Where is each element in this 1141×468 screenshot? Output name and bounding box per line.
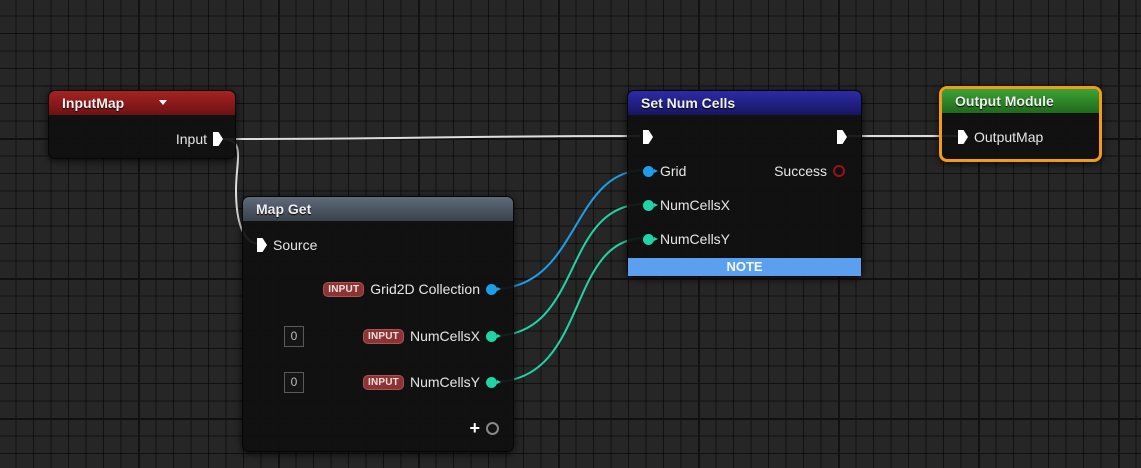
int-pin-icon[interactable] — [643, 233, 658, 245]
output-module-title: Output Module — [955, 93, 1054, 109]
int-pin-icon[interactable] — [643, 199, 658, 211]
grid2d-collection-pin[interactable]: INPUT Grid2D Collection — [323, 281, 501, 297]
wire-grid2d-to-grid — [492, 169, 646, 290]
connection-wires — [219, 134, 958, 383]
wire-numcellsy-to-numcellsy — [492, 237, 646, 383]
grid-pin-icon[interactable] — [486, 283, 501, 295]
output-module-node[interactable]: Output Module OutputMap — [939, 86, 1102, 162]
chevron-down-icon[interactable] — [159, 100, 167, 105]
input-map-input-pin[interactable]: Input — [176, 131, 223, 147]
bool-pin-icon[interactable] — [833, 165, 845, 177]
exec-pin-icon[interactable] — [213, 132, 223, 146]
source-pin-label: Source — [273, 237, 318, 253]
grid-pin[interactable]: Grid — [643, 163, 686, 179]
empty-pin-icon[interactable] — [486, 422, 499, 435]
grid-pin-icon[interactable] — [643, 165, 658, 177]
input-map-header[interactable]: InputMap — [49, 91, 235, 115]
add-pin-row[interactable]: + — [469, 418, 499, 439]
input-map-title: InputMap — [62, 95, 125, 111]
int-pin-icon[interactable] — [486, 330, 501, 342]
outputmap-pin-label: OutputMap — [974, 129, 1044, 145]
map-get-header[interactable]: Map Get — [243, 197, 513, 221]
numcellsx-value-input[interactable]: 0 — [284, 326, 304, 347]
numcellsy-label: NumCellsY — [409, 374, 480, 390]
numcellsy-value-input[interactable]: 0 — [284, 372, 304, 393]
grid-pin-label: Grid — [660, 163, 687, 179]
outputmap-pin[interactable]: OutputMap — [958, 129, 1043, 145]
wire-input-to-set-num-cells-exec — [219, 135, 641, 140]
exec-pin-icon[interactable] — [257, 238, 267, 252]
numcellsy-in-pin[interactable]: NumCellsY — [643, 231, 730, 247]
numcellsy-in-label: NumCellsY — [660, 231, 731, 247]
input-pin-label: Input — [175, 131, 207, 147]
map-get-node[interactable]: Map Get Source INPUT Grid2D Collection 0… — [242, 196, 514, 452]
exec-out-pin-icon[interactable] — [837, 130, 847, 144]
success-pin-label: Success — [774, 163, 827, 179]
numcellsx-label: NumCellsX — [409, 328, 480, 344]
map-get-title: Map Get — [256, 201, 312, 217]
exec-in-pin-icon[interactable] — [643, 130, 653, 144]
input-badge: INPUT — [323, 281, 365, 297]
exec-pin-icon[interactable] — [958, 130, 968, 144]
numcellsx-in-label: NumCellsX — [660, 197, 731, 213]
input-badge: INPUT — [362, 328, 404, 344]
int-pin-icon[interactable] — [486, 376, 501, 388]
grid2d-collection-label: Grid2D Collection — [370, 281, 480, 297]
numcellsy-pin[interactable]: INPUT NumCellsY — [362, 374, 501, 390]
output-module-header[interactable]: Output Module — [942, 89, 1099, 113]
success-pin[interactable]: Success — [774, 163, 845, 179]
plus-icon[interactable]: + — [469, 418, 480, 439]
set-num-cells-header[interactable]: Set Num Cells — [628, 91, 861, 115]
input-badge: INPUT — [362, 374, 404, 390]
wire-numcellsx-to-numcellsx — [492, 203, 646, 337]
set-num-cells-title: Set Num Cells — [641, 95, 736, 111]
map-get-source-pin[interactable]: Source — [257, 237, 317, 253]
note-bar[interactable]: NOTE — [628, 258, 861, 276]
set-num-cells-node[interactable]: Set Num Cells Grid Success NumCellsX Num… — [627, 90, 862, 277]
input-map-node[interactable]: InputMap Input — [48, 90, 236, 159]
numcellsx-in-pin[interactable]: NumCellsX — [643, 197, 730, 213]
numcellsx-pin[interactable]: INPUT NumCellsX — [362, 328, 501, 344]
